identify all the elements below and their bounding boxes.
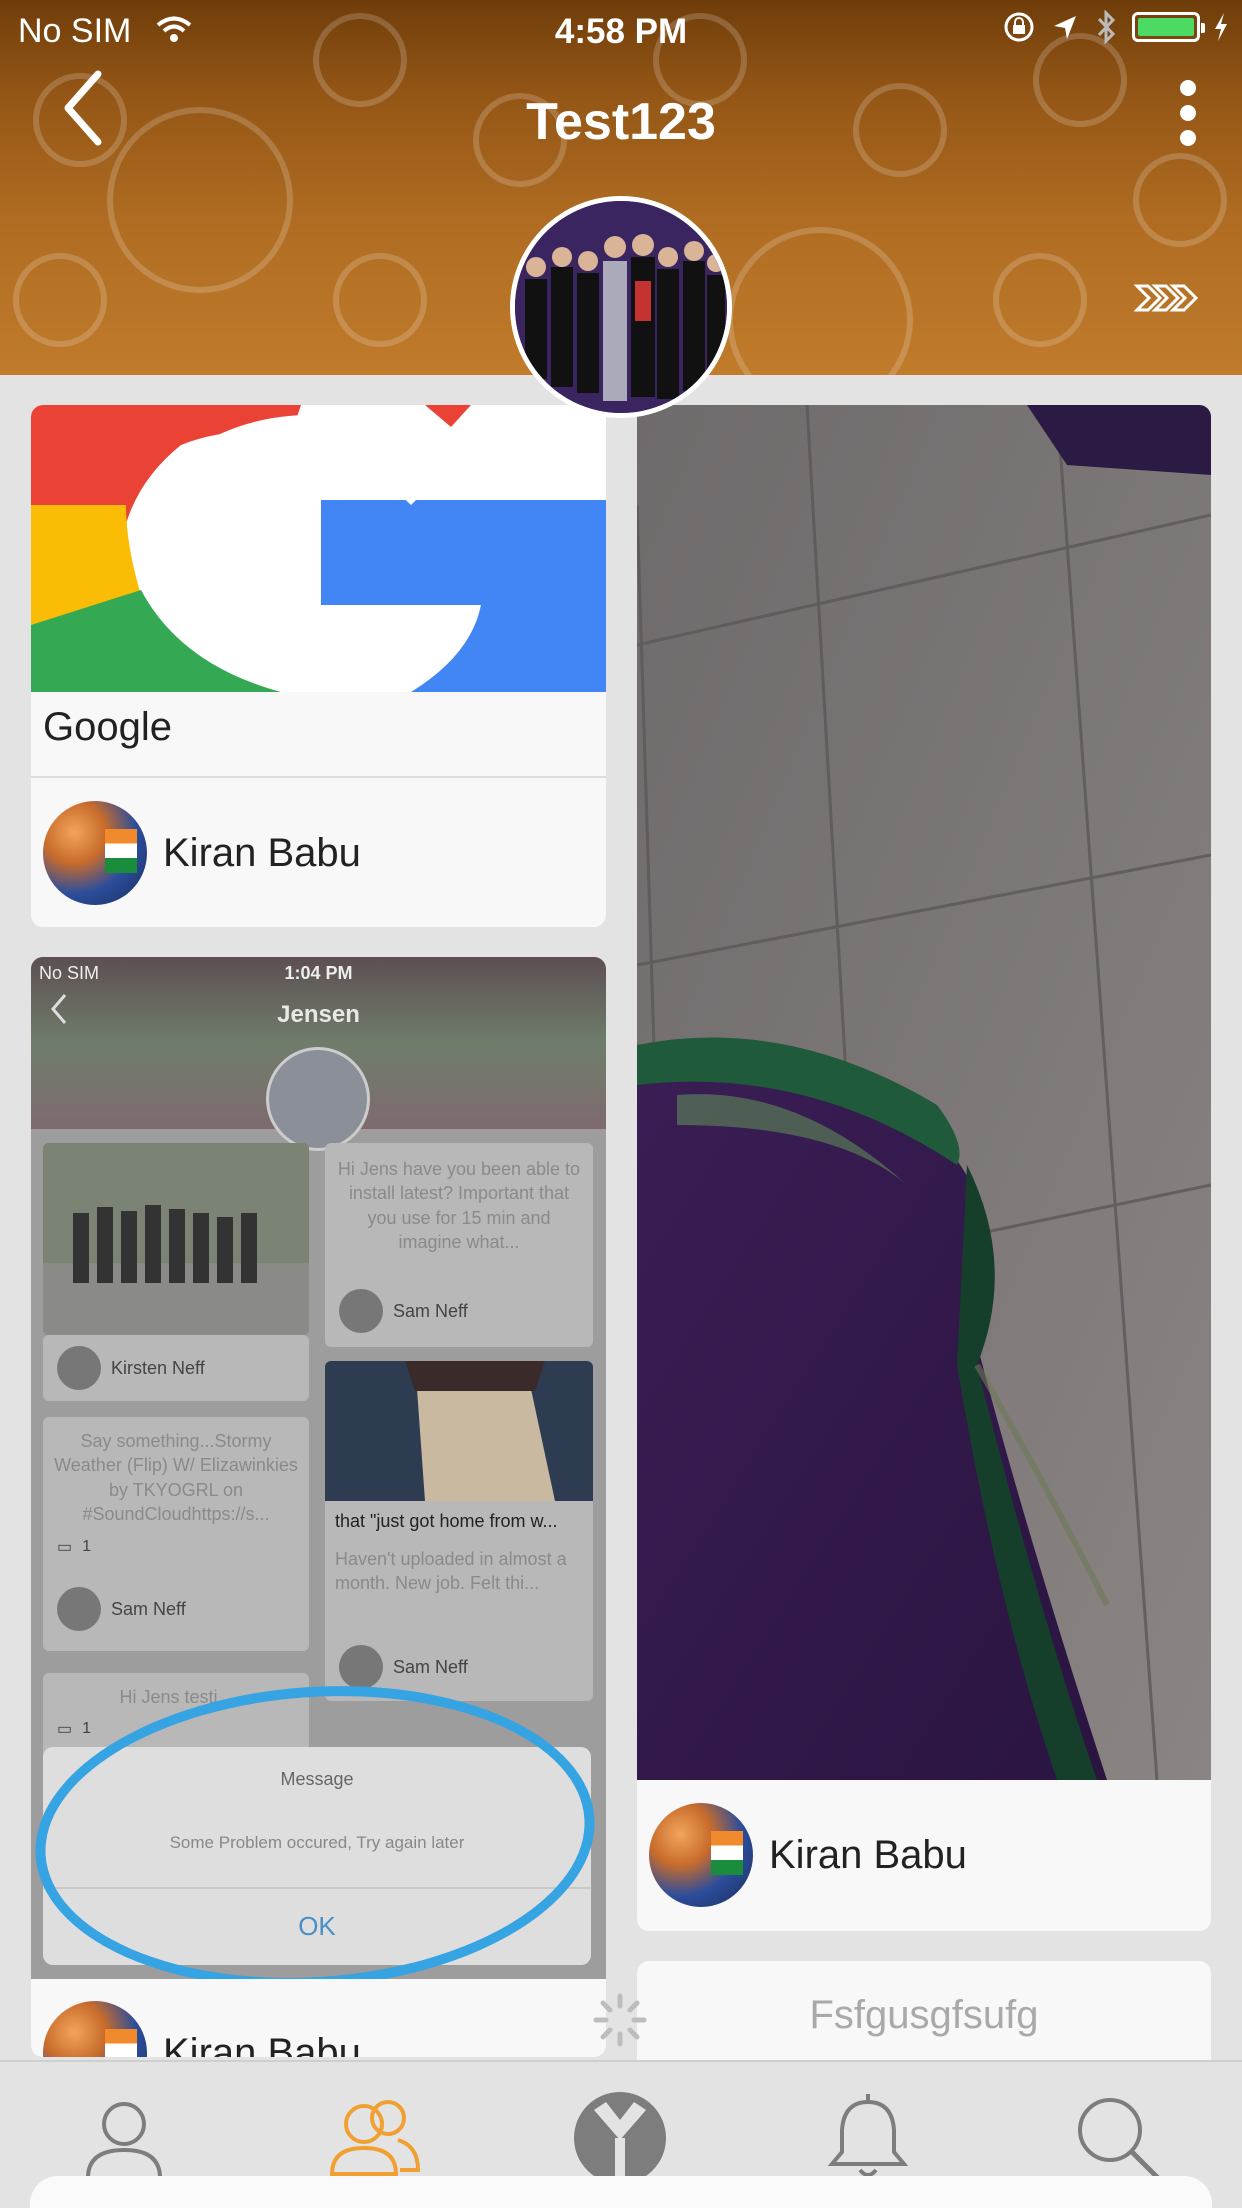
embedded-screenshot: No SIM 1:04 PM Jensen Kirsten Neff Hi Je… [31, 957, 606, 1979]
orientation-lock-icon [1004, 12, 1034, 42]
home-logo-icon[interactable] [572, 2090, 668, 2186]
status-bar: No SIM 4:58 PM [0, 0, 1242, 60]
bluetooth-icon [1097, 10, 1116, 44]
embedded-text-post: Hi Jens have you been able to install la… [325, 1143, 593, 1347]
post-author[interactable]: Kiran Babu [43, 2001, 361, 2057]
avatar [43, 801, 147, 905]
page-title: Test123 [526, 93, 716, 151]
status-right [1002, 10, 1228, 44]
embedded-anime-image [325, 1361, 593, 1501]
loading-spinner-icon [593, 1993, 647, 2047]
group-photo [515, 201, 727, 413]
embedded-avatar [266, 1047, 370, 1151]
author-name: Kiran Babu [163, 2030, 361, 2058]
profile-icon[interactable] [76, 2090, 172, 2186]
floor-photo [637, 405, 1211, 1780]
post-author[interactable]: Kiran Babu [649, 1803, 967, 1907]
post-card-photo[interactable]: Kiran Babu [637, 405, 1211, 1931]
embedded-sound-post: Say something...Stormy Weather (Flip) W/… [43, 1417, 309, 1651]
friends-icon[interactable] [326, 2090, 422, 2186]
post-card-google[interactable]: Google Kiran Babu [31, 405, 606, 927]
embedded-user-row: Kirsten Neff [43, 1335, 309, 1401]
floor-photo-image [637, 405, 1211, 1780]
card-divider [31, 776, 606, 778]
author-name: Kiran Babu [163, 830, 361, 875]
group-avatar[interactable] [510, 196, 732, 418]
google-logo-image [31, 405, 606, 692]
author-name: Kiran Babu [769, 1832, 967, 1877]
post-author[interactable]: Kiran Babu [43, 801, 361, 905]
embedded-people-photo [43, 1143, 309, 1335]
post-caption: Google [43, 705, 172, 749]
bottom-sheet-edge [30, 2176, 1212, 2208]
search-icon[interactable] [1070, 2090, 1166, 2186]
post-text: Fsfgusgfsufg [809, 1993, 1039, 2037]
fast-forward-icon[interactable] [1134, 278, 1198, 318]
embedded-title: Jensen [277, 1001, 360, 1028]
embedded-anime-post: that "just got home from w... Haven't up… [325, 1361, 593, 1701]
location-arrow-icon [1054, 16, 1076, 39]
battery-icon [1132, 12, 1205, 42]
charging-bolt-icon [1215, 13, 1227, 41]
notifications-icon[interactable] [820, 2090, 916, 2186]
app-screen: No SIM 4:58 PM Test123 Google Kiran Babu… [0, 0, 1242, 2208]
post-card-screenshot[interactable]: No SIM 1:04 PM Jensen Kirsten Neff Hi Je… [31, 957, 606, 2057]
google-g-logo [31, 405, 606, 692]
avatar [649, 1803, 753, 1907]
avatar [43, 2001, 147, 2057]
embedded-time: 1:04 PM [284, 963, 353, 983]
more-vertical-icon[interactable] [1176, 78, 1200, 148]
embedded-photo-post [43, 1143, 309, 1335]
